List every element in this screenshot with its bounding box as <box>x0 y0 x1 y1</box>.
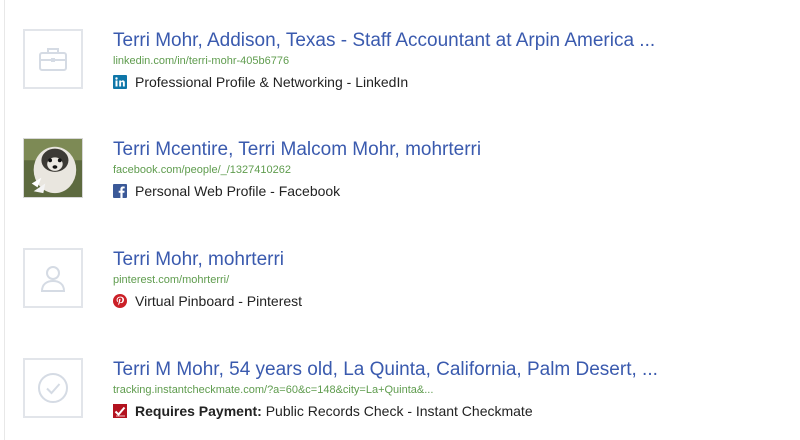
result-url: facebook.com/people/_/1327410262 <box>113 164 291 176</box>
result-url: tracking.instantcheckmate.com/?a=60&c=14… <box>113 384 434 396</box>
facebook-icon <box>113 184 127 198</box>
left-divider <box>4 0 5 440</box>
result-source-label: Professional Profile & Networking - Link… <box>135 74 409 90</box>
search-result: Terri Mohr, mohrterri pinterest.com/mohr… <box>23 248 793 318</box>
checkmark-circle-icon <box>23 358 83 418</box>
instantcheckmate-icon <box>113 404 127 418</box>
result-url: pinterest.com/mohrterri/ <box>113 274 230 286</box>
linkedin-icon <box>113 75 127 89</box>
result-title-link[interactable]: Terri Mcentire, Terri Malcom Mohr, mohrt… <box>113 138 481 162</box>
result-title-link[interactable]: Terri M Mohr, 54 years old, La Quinta, C… <box>113 358 658 382</box>
briefcase-icon <box>23 29 83 89</box>
result-title-link[interactable]: Terri Mohr, Addison, Texas - Staff Accou… <box>113 29 655 53</box>
result-title-link[interactable]: Terri Mohr, mohrterri <box>113 248 284 272</box>
profile-photo <box>23 138 83 198</box>
search-result: Terri Mcentire, Terri Malcom Mohr, mohrt… <box>23 138 793 208</box>
result-source: Requires Payment: Public Records Check -… <box>113 402 533 420</box>
result-url: linkedin.com/in/terri-mohr-405b6776 <box>113 55 290 67</box>
result-source-label: Personal Web Profile - Facebook <box>135 183 341 199</box>
result-source: Personal Web Profile - Facebook <box>113 182 340 200</box>
result-source-label: Virtual Pinboard - Pinterest <box>135 293 303 309</box>
result-source: Professional Profile & Networking - Link… <box>113 73 408 91</box>
person-icon <box>23 248 83 308</box>
payment-required-label: Requires Payment: <box>135 403 262 419</box>
pinterest-icon <box>113 294 127 308</box>
result-source-label: Public Records Check - Instant Checkmate <box>261 403 533 419</box>
search-result: Terri Mohr, Addison, Texas - Staff Accou… <box>23 29 793 99</box>
search-result: Terri M Mohr, 54 years old, La Quinta, C… <box>23 358 793 428</box>
result-source: Virtual Pinboard - Pinterest <box>113 292 302 310</box>
